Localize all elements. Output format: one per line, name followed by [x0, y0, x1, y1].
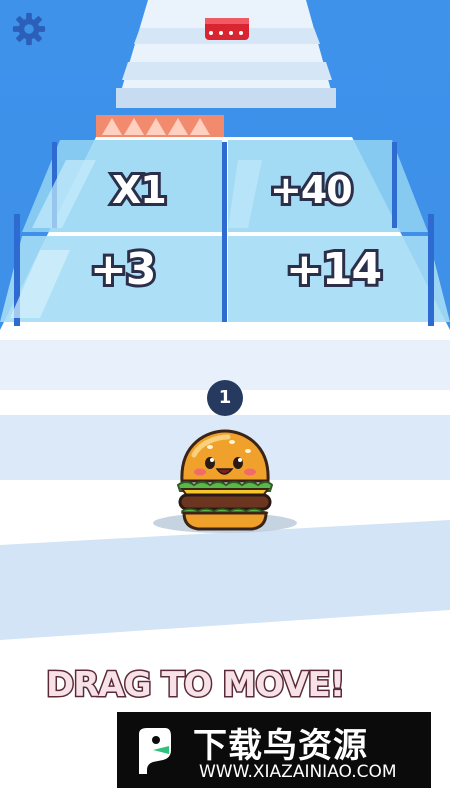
drag-hint-text: DRAG TO MOVE! [44, 664, 346, 707]
watermark-title: 下载鸟资源 [193, 726, 368, 766]
bird-logo-icon [125, 720, 183, 780]
gear-icon[interactable] [10, 10, 48, 48]
game-stage[interactable]: X1 +40 +3 +14 1 DRAG TO MOVE! 下载鸟资源 WWW.… [0, 0, 450, 800]
watermark-url: WWW.XIAZAINIAO.COM [199, 762, 397, 782]
gate-label-near-left-text: +3 [87, 241, 160, 298]
gate-label-near-right: +14 [283, 241, 385, 298]
gate-label-far-right-text: +40 [267, 165, 356, 215]
gate-label-far-left: X1 [109, 165, 170, 215]
far-road-stripe [122, 62, 332, 80]
gate-label-far-right: +40 [267, 165, 356, 215]
gate-label-near-right-text: +14 [283, 241, 385, 298]
gate-label-near-left: +3 [87, 241, 160, 298]
watermark-banner: 下载鸟资源 WWW.XIAZAINIAO.COM [117, 712, 431, 788]
gate-label-far-left-text: X1 [109, 165, 170, 215]
burger-character-icon[interactable] [172, 425, 278, 535]
player-count-text: 1 [218, 387, 232, 408]
red-can-obstacle [205, 18, 249, 40]
far-road-edge [116, 88, 336, 108]
spike-strip [96, 115, 224, 137]
player-count-badge: 1 [207, 380, 243, 416]
